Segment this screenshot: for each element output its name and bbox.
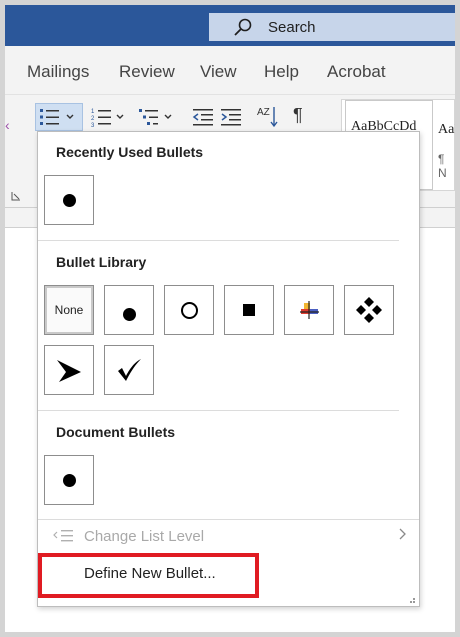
bullet-four-color[interactable] [284, 285, 334, 335]
increase-indent-button[interactable] [219, 103, 245, 131]
sort-icon: AZ [257, 107, 278, 128]
bullets-button[interactable] [35, 103, 83, 131]
diamond-cluster-icon [356, 297, 382, 323]
multilevel-list-button[interactable] [137, 103, 183, 131]
svg-text:3: 3 [91, 123, 95, 128]
sort-label: AZ [257, 107, 270, 118]
multilevel-list-icon [139, 109, 172, 125]
increase-indent-icon [221, 109, 241, 126]
tab-help[interactable]: Help [264, 62, 299, 82]
numbered-list-icon: 1 2 3 [91, 109, 124, 128]
bullet-library-title: Bullet Library [56, 254, 147, 270]
separator [38, 240, 399, 241]
decrease-indent-icon [192, 109, 213, 126]
highlight-box [38, 553, 259, 598]
bullet-none[interactable]: None [44, 285, 94, 335]
arrowhead-icon [57, 360, 81, 382]
recently-used-title: Recently Used Bullets [56, 144, 204, 160]
sort-button[interactable]: AZ [255, 103, 281, 131]
change-level-icon [53, 530, 73, 542]
square-icon [243, 304, 255, 316]
bullet-square[interactable] [224, 285, 274, 335]
recent-bullet-filled-dot[interactable] [44, 175, 94, 225]
bullet-checkmark[interactable] [104, 345, 154, 395]
style-preview: AaI [438, 122, 459, 137]
decrease-indent-button[interactable] [191, 103, 217, 131]
ribbon-tabs: Mailings Review View Help Acrobat [5, 46, 455, 95]
edge-mark-icon: ‹ [5, 117, 10, 133]
filled-dot-icon [62, 473, 76, 487]
hollow-circle-icon [180, 301, 198, 319]
separator [38, 410, 399, 411]
filled-dot-icon [122, 307, 136, 321]
search-label: Search [268, 19, 316, 36]
tab-view[interactable]: View [200, 62, 237, 82]
bullet-library-dropdown: Recently Used Bullets Bullet Library Non… [37, 131, 420, 607]
dialog-launcher-icon[interactable] [11, 191, 21, 201]
numbering-button[interactable]: 1 2 3 [89, 103, 131, 131]
change-list-level-label: Change List Level [84, 528, 205, 545]
search-box[interactable]: Search [209, 13, 455, 41]
show-formatting-button[interactable]: ¶ [293, 105, 303, 126]
document-bullets-title: Document Bullets [56, 424, 176, 440]
checkmark-icon [118, 359, 141, 381]
bullet-hollow-circle[interactable] [164, 285, 214, 335]
none-label: None [54, 303, 84, 317]
tab-review[interactable]: Review [119, 62, 175, 82]
filled-dot-icon [62, 193, 76, 207]
four-color-diamond-icon [300, 301, 319, 319]
bullet-diamond-cluster[interactable] [344, 285, 394, 335]
bullet-filled-dot[interactable] [104, 285, 154, 335]
chevron-right-icon [399, 528, 406, 540]
document-bullet-filled-dot[interactable] [44, 455, 94, 505]
bullet-arrowhead[interactable] [44, 345, 94, 395]
style-sub: ¶ N [438, 152, 447, 180]
bullet-list-icon [40, 109, 74, 125]
tab-mailings[interactable]: Mailings [27, 62, 89, 82]
title-bar: Search [5, 5, 455, 46]
search-icon [234, 18, 252, 36]
change-list-level-item[interactable]: Change List Level [38, 520, 419, 552]
resize-grip-icon[interactable] [406, 594, 416, 604]
svg-text:2: 2 [91, 116, 95, 122]
tab-acrobat[interactable]: Acrobat [327, 62, 386, 82]
svg-text:1: 1 [91, 109, 95, 115]
